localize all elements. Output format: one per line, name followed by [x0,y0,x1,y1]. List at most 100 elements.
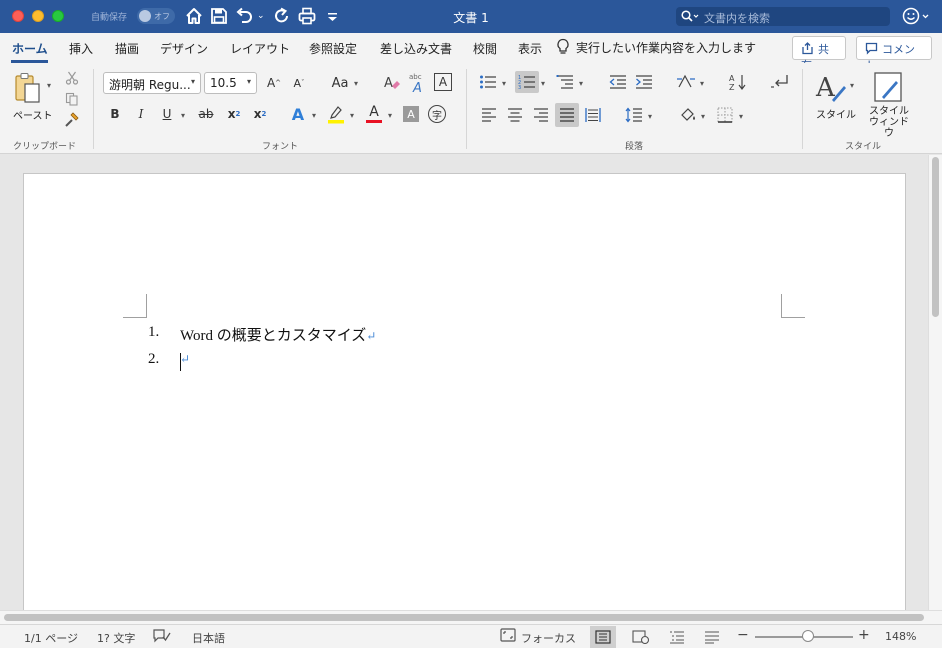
comments-button[interactable]: コメント [856,36,932,72]
document-area[interactable]: 1. Word の概要とカスタマイズ↵ 2. ↵ [0,155,928,613]
ribbon: ▾ ペースト クリップボード 游明朝 Regu... ▾ 10.5 ▾ A ^ Aˇ … [0,63,942,154]
paragraph-group-label: 段落 [625,142,644,152]
align-center-icon[interactable] [505,105,525,125]
underline-dropdown-icon[interactable]: ▾ [181,111,185,120]
language-indicator[interactable]: 日本語 [192,630,225,646]
bullets-icon[interactable] [478,72,498,92]
text-effects-button[interactable]: A [288,104,308,124]
font-color-button[interactable]: A [364,103,384,125]
proofing-icon[interactable] [152,628,172,647]
enclose-characters-button[interactable]: 字 [428,105,446,123]
strikethrough-button[interactable]: ab [196,104,216,124]
numbering-icon[interactable]: 123 [515,71,539,93]
font-name-dropdown[interactable]: 游明朝 Regu... ▾ [103,72,201,94]
multilevel-dropdown-icon[interactable]: ▾ [579,79,583,88]
tab-review[interactable]: 校閲 [473,40,497,57]
horizontal-scroll-thumb[interactable] [4,614,924,621]
list-item-number: 1. [148,324,160,340]
text-effects-dropdown-icon[interactable]: ▾ [312,111,316,120]
document-page[interactable]: 1. Word の概要とカスタマイズ↵ 2. ↵ [23,173,906,613]
italic-button[interactable]: I [132,104,150,124]
increase-indent-icon[interactable] [634,72,654,92]
styles-gallery-icon[interactable]: A [813,69,849,105]
font-color-dropdown-icon[interactable]: ▾ [388,111,392,120]
underline-button[interactable]: U [158,104,176,124]
outline-view-icon[interactable] [664,626,690,648]
align-left-icon[interactable] [479,105,499,125]
feedback-smiley-icon[interactable] [902,7,932,28]
list-item-text[interactable]: Word の概要とカスタマイズ↵ [180,324,376,345]
decrease-indent-icon[interactable] [608,72,628,92]
styles-dropdown-icon[interactable]: ▾ [850,81,854,90]
zoom-out-button[interactable]: − [737,627,749,643]
tab-mailings[interactable]: 差し込み文書 [380,40,452,57]
list-item-content: Word の概要とカスタマイズ [180,328,367,344]
tab-design[interactable]: デザイン [160,40,208,57]
numbering-dropdown-icon[interactable]: ▾ [541,79,545,88]
focus-icon[interactable] [500,628,516,645]
bullets-dropdown-icon[interactable]: ▾ [502,79,506,88]
distributed-icon[interactable] [583,105,603,125]
shading-dropdown-icon[interactable]: ▾ [701,112,705,121]
bold-button[interactable]: B [106,104,124,124]
draft-view-icon[interactable] [699,626,725,648]
superscript-button[interactable]: x2 [250,104,270,124]
vertical-scroll-thumb[interactable] [932,157,939,317]
phonetic-guide-icon[interactable]: abc A [406,71,428,95]
print-layout-view-icon[interactable] [590,626,616,648]
tell-me-box[interactable]: 実行したい作業内容を入力します [556,38,756,56]
styles-pane-icon[interactable] [870,69,906,105]
font-size-dropdown[interactable]: 10.5 ▾ [204,72,257,94]
multilevel-list-icon[interactable] [555,72,575,92]
highlight-icon[interactable] [326,103,346,125]
vertical-scrollbar[interactable] [928,155,942,610]
zoom-level[interactable]: 148% [885,630,916,643]
svg-text:A: A [729,74,735,83]
tab-home[interactable]: ホーム [12,40,48,57]
format-painter-icon[interactable] [62,111,82,129]
line-spacing-icon[interactable] [624,105,644,125]
enclose-characters-icon: 字 [432,110,442,122]
asian-layout-dropdown-icon[interactable]: ▾ [700,79,704,88]
word-count[interactable]: 1? 文字 [97,630,135,646]
shading-icon[interactable] [678,105,698,125]
share-button[interactable]: 共有 [792,36,846,72]
tab-references[interactable]: 参照設定 [309,40,357,57]
styles-group-label: スタイル [845,142,882,152]
align-right-icon[interactable] [531,105,551,125]
asian-layout-icon[interactable] [675,72,697,92]
borders-dropdown-icon[interactable]: ▾ [739,112,743,121]
line-spacing-dropdown-icon[interactable]: ▾ [648,112,652,121]
tab-insert[interactable]: 挿入 [69,40,93,57]
cut-icon[interactable] [63,69,81,87]
svg-text:3: 3 [518,85,521,90]
show-formatting-marks-icon[interactable] [769,72,791,92]
character-border-button[interactable]: A [434,73,452,91]
copy-icon[interactable] [63,90,81,108]
change-case-dropdown-icon[interactable]: ▾ [354,79,358,88]
focus-mode-button[interactable]: フォーカス [521,630,576,646]
sort-icon[interactable]: AZ [728,72,748,92]
character-shading-button[interactable]: A [403,106,419,122]
clear-formatting-icon[interactable]: A [382,73,402,93]
document-search-input[interactable]: 文書内を検索 [676,7,890,26]
subscript-button[interactable]: x2 [224,104,244,124]
paste-button[interactable] [12,69,44,107]
borders-icon[interactable] [715,105,735,125]
paste-options-icon[interactable]: ▾ [47,81,51,90]
shrink-font-button[interactable]: Aˇ [289,73,309,93]
page-count[interactable]: 1/1 ページ [24,630,78,646]
horizontal-scrollbar[interactable] [0,610,942,624]
zoom-slider-knob[interactable] [802,630,814,642]
change-case-button[interactable]: Aa [330,73,350,93]
tab-layout[interactable]: レイアウト [230,40,290,57]
grow-font-button[interactable]: A ^ [264,73,284,93]
chevron-down-icon: ▾ [190,77,195,86]
zoom-in-button[interactable]: + [858,627,870,643]
tab-draw[interactable]: 描画 [115,40,139,57]
web-layout-view-icon[interactable] [628,626,654,648]
highlight-dropdown-icon[interactable]: ▾ [350,111,354,120]
justify-icon[interactable] [555,103,579,127]
list-item-text[interactable]: ↵ [180,351,190,368]
tab-view[interactable]: 表示 [518,40,542,57]
